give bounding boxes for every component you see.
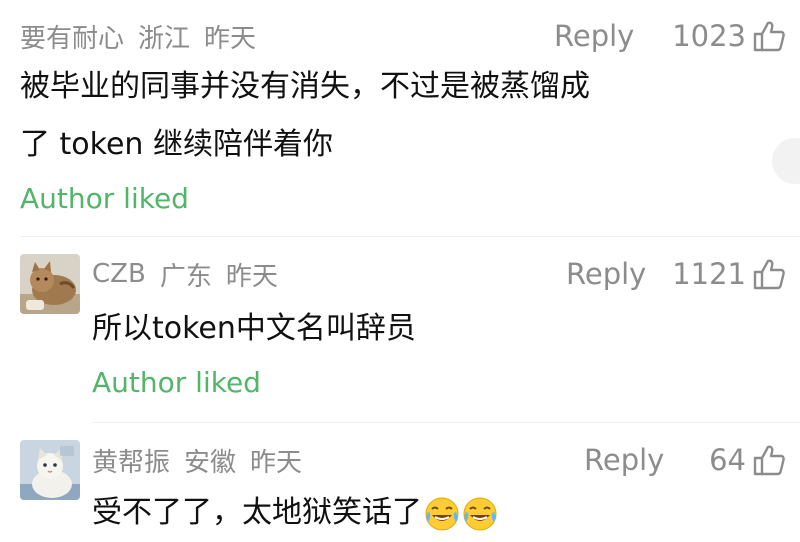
avatar[interactable]	[20, 254, 80, 314]
comment-meta: CZB 广东 昨天	[92, 252, 292, 296]
divider	[20, 236, 800, 237]
thumbs-up-icon[interactable]	[752, 258, 786, 290]
thumbs-up-icon[interactable]	[752, 444, 786, 476]
comment-text: 所以token中文名叫辞员	[92, 311, 416, 346]
reply-button[interactable]: Reply	[554, 14, 634, 58]
comment-3: 黄帮振 安徽 昨天 Reply 64 受不了了，太地狱笑话了	[0, 438, 800, 542]
avatar[interactable]	[20, 440, 80, 500]
timestamp: 昨天	[204, 23, 257, 54]
comment-text-line: 受不了了，太地狱笑话了	[92, 495, 422, 530]
comment-text: 被毕业的同事并没有消失，不过是被蒸馏成 了 token 继续陪伴着你	[20, 58, 590, 174]
timestamp: 昨天	[250, 447, 303, 478]
comment-text: 受不了了，太地狱笑话了	[92, 484, 498, 542]
comment-meta: 要有耐心 浙江 昨天	[20, 14, 270, 58]
comment-2: CZB 广东 昨天 Reply 1121 所以token中文名叫辞员 Autho…	[0, 252, 800, 412]
reply-button[interactable]: Reply	[584, 438, 664, 482]
timestamp: 昨天	[225, 261, 278, 292]
username[interactable]: 要有耐心	[20, 18, 124, 55]
comment-text-line: 了 token 继续陪伴着你	[20, 127, 333, 162]
like-count: 64	[709, 443, 746, 477]
cat-photo-avatar	[20, 440, 80, 500]
cat-photo-avatar	[20, 254, 80, 314]
username[interactable]: CZB	[92, 259, 146, 289]
author-liked-badge: Author liked	[92, 366, 261, 399]
location: 安徽	[184, 447, 237, 478]
like-count: 1023	[672, 19, 746, 53]
tears-of-joy-emoji	[463, 497, 497, 530]
comment-text-line: 被毕业的同事并没有消失，不过是被蒸馏成	[20, 69, 590, 104]
username[interactable]: 黄帮振	[92, 442, 170, 479]
location: 浙江	[138, 23, 191, 54]
thumbs-up-icon[interactable]	[752, 20, 786, 52]
comment-meta: 黄帮振 安徽 昨天	[92, 438, 316, 482]
divider	[92, 422, 800, 423]
comment-1: 要有耐心 浙江 昨天 Reply 1023 被毕业的同事并没有消失，不过是被蒸馏…	[0, 14, 800, 224]
location: 广东	[159, 261, 212, 292]
tears-of-joy-emoji	[425, 497, 459, 530]
author-liked-badge: Author liked	[20, 182, 189, 215]
like-count: 1121	[672, 257, 746, 291]
reply-button[interactable]: Reply	[566, 252, 646, 296]
